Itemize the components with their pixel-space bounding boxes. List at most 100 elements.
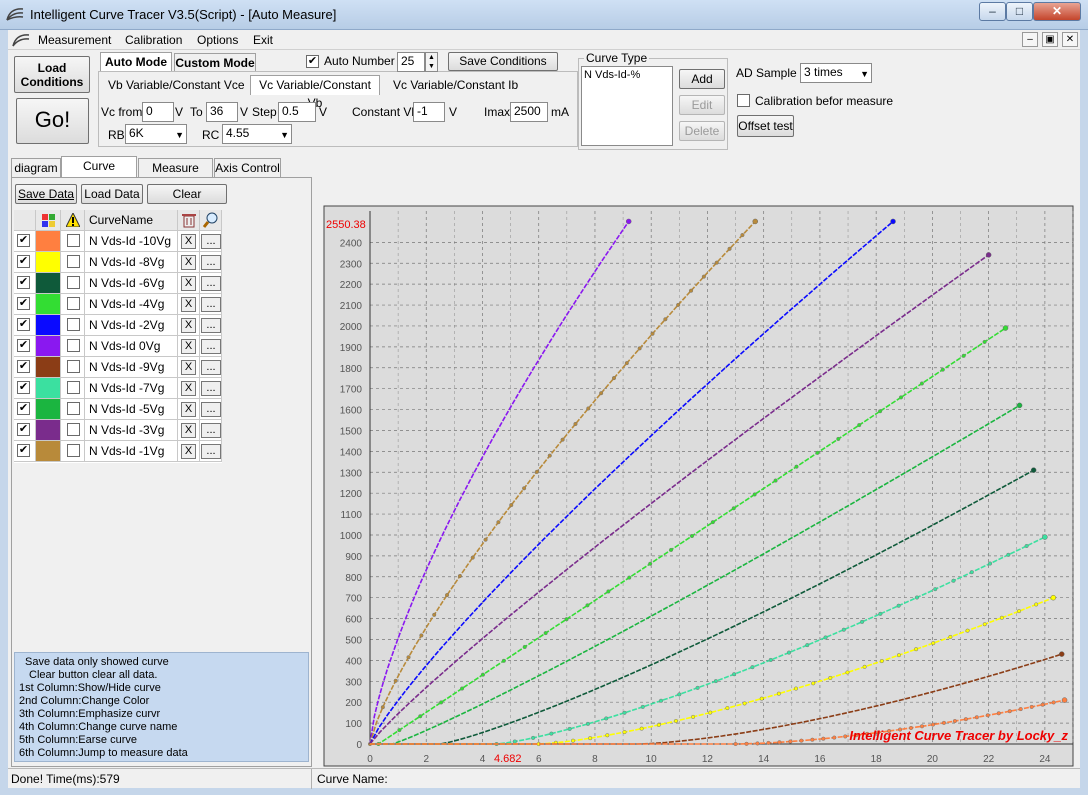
add-button[interactable]: Add	[679, 69, 725, 89]
auto-number-checkbox[interactable]: ✔	[306, 55, 319, 68]
step-input[interactable]: 0.5	[278, 102, 316, 122]
jump-to-data-button[interactable]: ...	[201, 318, 221, 333]
jump-to-data-button[interactable]: ...	[201, 276, 221, 291]
erase-curve-button[interactable]: X	[181, 444, 196, 459]
row-color-cell[interactable]	[36, 273, 61, 294]
menu-exit[interactable]: Exit	[253, 33, 273, 47]
curve-type-item[interactable]: N Vds-Id-%	[584, 69, 670, 81]
tab-custom-mode[interactable]: Custom Mode	[174, 53, 256, 72]
calibration-checkbox[interactable]	[737, 94, 750, 107]
tab-measure-data[interactable]: Measure Data	[138, 158, 213, 193]
subtab-vb-variable[interactable]: Vb Variable/Constant Vce	[108, 78, 245, 92]
subtab-vc-variable-ib[interactable]: Vc Variable/Constant Ib	[393, 78, 518, 92]
curve-name-cell[interactable]: N Vds-Id -8Vg	[85, 252, 178, 273]
row-color-cell[interactable]	[36, 399, 61, 420]
curve-name-cell[interactable]: N Vds-Id -6Vg	[85, 273, 178, 294]
row-color-cell[interactable]	[36, 231, 61, 252]
row-color-cell[interactable]	[36, 378, 61, 399]
color-swatch[interactable]	[36, 378, 60, 398]
show-curve-checkbox[interactable]: ✔	[17, 318, 30, 331]
emphasize-checkbox[interactable]	[67, 339, 80, 352]
row-color-cell[interactable]	[36, 441, 61, 462]
offset-test-button[interactable]: Offset test	[737, 115, 794, 137]
color-swatch[interactable]	[36, 357, 60, 377]
erase-curve-button[interactable]: X	[181, 339, 196, 354]
row-color-cell[interactable]	[36, 336, 61, 357]
show-curve-checkbox[interactable]: ✔	[17, 381, 30, 394]
rb-select[interactable]: 6K ▼	[125, 124, 187, 144]
erase-curve-button[interactable]: X	[181, 318, 196, 333]
emphasize-checkbox[interactable]	[67, 318, 80, 331]
jump-to-data-button[interactable]: ...	[201, 339, 221, 354]
delete-button[interactable]: Delete	[679, 121, 725, 141]
jump-to-data-button[interactable]: ...	[201, 297, 221, 312]
jump-to-data-button[interactable]: ...	[201, 360, 221, 375]
constant-vb-input[interactable]: -1	[413, 102, 445, 122]
curve-name-cell[interactable]: N Vds-Id -4Vg	[85, 294, 178, 315]
clear-button[interactable]: Clear	[147, 184, 227, 204]
ad-sample-select[interactable]: 3 times ▼	[800, 63, 872, 83]
curve-chart[interactable]: 0100200300400500600700800900100011001200…	[316, 156, 1080, 768]
go-button[interactable]: Go!	[16, 98, 89, 144]
jump-to-data-button[interactable]: ...	[201, 255, 221, 270]
menu-calibration[interactable]: Calibration	[125, 33, 182, 47]
load-data-button[interactable]: Load Data	[81, 184, 143, 204]
curve-name-cell[interactable]: N Vds-Id -1Vg	[85, 441, 178, 462]
curve-type-list[interactable]: N Vds-Id-%	[581, 66, 673, 146]
tab-auto-mode[interactable]: Auto Mode	[100, 52, 172, 72]
jump-to-data-button[interactable]: ...	[201, 423, 221, 438]
show-curve-checkbox[interactable]: ✔	[17, 234, 30, 247]
row-color-cell[interactable]	[36, 420, 61, 441]
curve-name-cell[interactable]: N Vds-Id -3Vg	[85, 420, 178, 441]
close-button[interactable]: ✕	[1033, 2, 1081, 21]
row-color-cell[interactable]	[36, 252, 61, 273]
jump-to-data-button[interactable]: ...	[201, 444, 221, 459]
erase-curve-button[interactable]: X	[181, 255, 196, 270]
color-swatch[interactable]	[36, 273, 60, 293]
row-color-cell[interactable]	[36, 357, 61, 378]
curve-name-cell[interactable]: N Vds-Id -10Vg	[85, 231, 178, 252]
show-curve-checkbox[interactable]: ✔	[17, 297, 30, 310]
color-swatch[interactable]	[36, 231, 60, 251]
erase-curve-button[interactable]: X	[181, 381, 196, 396]
emphasize-checkbox[interactable]	[67, 276, 80, 289]
vc-from-input[interactable]: 0	[142, 102, 174, 122]
mdi-restore-button[interactable]: ▣	[1042, 32, 1058, 47]
erase-curve-button[interactable]: X	[181, 360, 196, 375]
curve-name-cell[interactable]: N Vds-Id -9Vg	[85, 357, 178, 378]
maximize-button[interactable]: □	[1006, 2, 1033, 21]
jump-to-data-button[interactable]: ...	[201, 381, 221, 396]
menu-measurement[interactable]: Measurement	[38, 33, 111, 47]
color-swatch[interactable]	[36, 294, 60, 314]
mdi-close-button[interactable]: ✕	[1062, 32, 1078, 47]
emphasize-checkbox[interactable]	[67, 255, 80, 268]
color-swatch[interactable]	[36, 315, 60, 335]
jump-to-data-button[interactable]: ...	[201, 402, 221, 417]
show-curve-checkbox[interactable]: ✔	[17, 444, 30, 457]
color-swatch[interactable]	[36, 441, 60, 461]
emphasize-checkbox[interactable]	[67, 444, 80, 457]
menu-options[interactable]: Options	[197, 33, 238, 47]
tab-curve-control[interactable]: Curve Control	[61, 156, 137, 191]
imax-input[interactable]: 2500	[510, 102, 548, 122]
vc-to-input[interactable]: 36	[206, 102, 238, 122]
auto-number-input[interactable]: 25	[397, 52, 425, 72]
erase-curve-button[interactable]: X	[181, 276, 196, 291]
emphasize-checkbox[interactable]	[67, 423, 80, 436]
emphasize-checkbox[interactable]	[67, 297, 80, 310]
erase-curve-button[interactable]: X	[181, 297, 196, 312]
save-data-button[interactable]: Save Data	[15, 184, 77, 204]
show-curve-checkbox[interactable]: ✔	[17, 423, 30, 436]
jump-to-data-button[interactable]: ...	[201, 234, 221, 249]
curve-name-cell[interactable]: N Vds-Id -2Vg	[85, 315, 178, 336]
subtab-vc-variable-vb[interactable]: Vc Variable/Constant Vb	[250, 75, 380, 110]
show-curve-checkbox[interactable]: ✔	[17, 339, 30, 352]
rc-select[interactable]: 4.55 ▼	[222, 124, 292, 144]
tab-diagram[interactable]: diagram	[11, 158, 61, 177]
emphasize-checkbox[interactable]	[67, 402, 80, 415]
emphasize-checkbox[interactable]	[67, 234, 80, 247]
edit-button[interactable]: Edit	[679, 95, 725, 115]
emphasize-checkbox[interactable]	[67, 360, 80, 373]
erase-curve-button[interactable]: X	[181, 234, 196, 249]
curve-name-cell[interactable]: N Vds-Id 0Vg	[85, 336, 178, 357]
